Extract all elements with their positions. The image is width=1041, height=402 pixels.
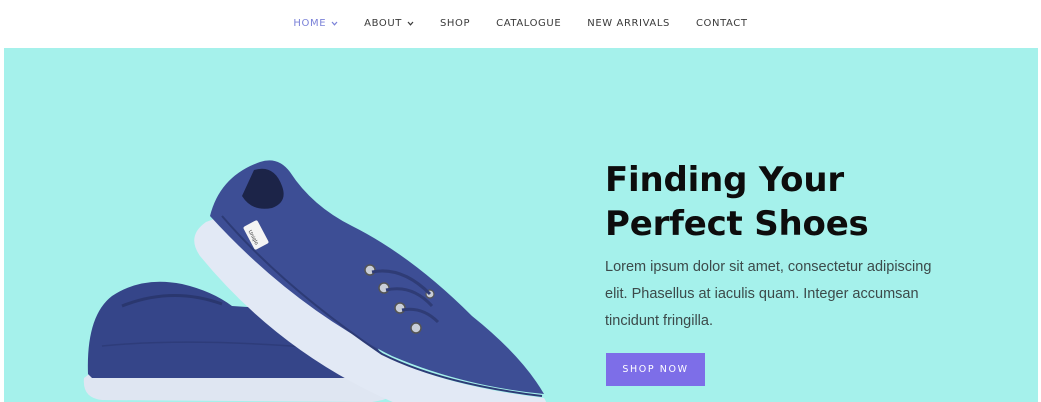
shop-now-button[interactable]: SHOP NOW (606, 353, 705, 386)
nav-item-label: ABOUT (364, 18, 402, 29)
nav-item-label: NEW ARRIVALS (587, 18, 670, 29)
hero-title-line-1: Finding Your (605, 160, 844, 200)
nav-item-home[interactable]: HOME (293, 18, 338, 29)
hero-title-line-2: Perfect Shoes (605, 204, 869, 244)
hero-banner: Uniqlo Finding Your Perfect Shoes Lorem … (4, 48, 1038, 402)
nav-item-label: CONTACT (695, 18, 748, 29)
chevron-down-icon (407, 20, 414, 27)
nav-item-new-arrivals[interactable]: NEW ARRIVALS (587, 18, 670, 29)
nav-item-contact[interactable]: CONTACT (696, 18, 748, 29)
nav-item-label: HOME (293, 18, 327, 29)
nav-item-about[interactable]: ABOUT (364, 18, 414, 29)
chevron-down-icon (331, 20, 338, 27)
main-navigation: HOME ABOUT SHOP CATALOGUE NEW ARRIVALS C… (0, 0, 1041, 47)
nav-item-label: SHOP (439, 18, 471, 29)
hero-description: Lorem ipsum dolor sit amet, consectetur … (605, 259, 932, 329)
hero-title: Finding Your Perfect Shoes (605, 158, 985, 246)
nav-item-shop[interactable]: SHOP (440, 18, 470, 29)
nav-item-label: CATALOGUE (496, 18, 562, 29)
nav-item-catalogue[interactable]: CATALOGUE (496, 18, 561, 29)
hero-shoe-image: Uniqlo (82, 116, 552, 402)
